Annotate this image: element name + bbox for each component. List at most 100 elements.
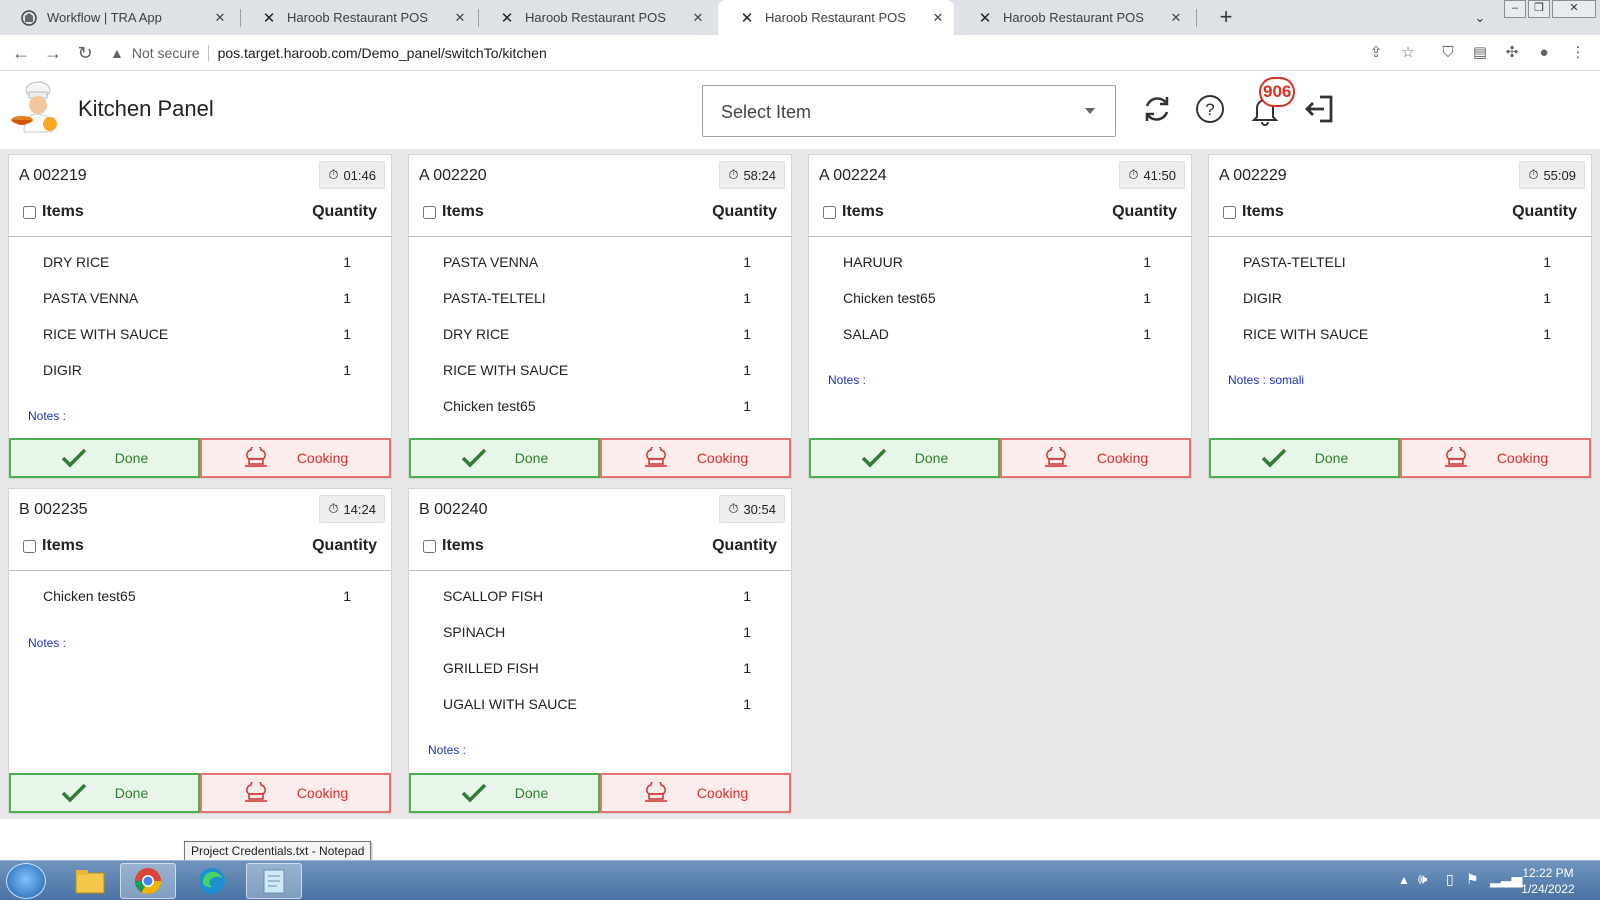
order-card-header: A 002229 ⏱ 55:09 Items Quantity bbox=[1209, 155, 1591, 237]
order-item-row[interactable]: GRILLED FISH 1 bbox=[409, 650, 791, 686]
extension-shield-icon[interactable]: ⛉ bbox=[1436, 41, 1460, 65]
select-all-items-checkbox[interactable] bbox=[1223, 205, 1236, 219]
order-item-row[interactable]: DIGIR 1 bbox=[1209, 280, 1591, 316]
cooking-button[interactable]: Cooking bbox=[600, 438, 791, 478]
order-item-row[interactable]: SALAD 1 bbox=[809, 316, 1191, 352]
order-number: B 002235 bbox=[19, 501, 88, 518]
item-name: PASTA VENNA bbox=[43, 290, 139, 306]
order-card: B 002235 ⏱ 14:24 Items Quantity Chicken t… bbox=[8, 488, 392, 814]
windows-start-icon[interactable] bbox=[6, 863, 46, 899]
window-restore-icon[interactable]: ❐ bbox=[1528, 0, 1550, 18]
tab-close-icon[interactable]: ✕ bbox=[930, 10, 946, 26]
done-button[interactable]: Done bbox=[1209, 438, 1400, 478]
action-center-flag-icon[interactable]: ⚑ bbox=[1466, 871, 1479, 900]
forward-arrow-icon[interactable]: → bbox=[40, 40, 66, 66]
tray-expand-icon[interactable]: ▲ bbox=[1398, 873, 1410, 900]
tab-close-icon[interactable]: ✕ bbox=[452, 10, 468, 26]
browser-tab[interactable]: Workflow | TRA App ✕ bbox=[0, 0, 236, 35]
order-item-row[interactable]: SPINACH 1 bbox=[409, 614, 791, 650]
clock-date: 1/24/2022 bbox=[1521, 882, 1575, 896]
refresh-icon[interactable] bbox=[1140, 92, 1174, 126]
chef-hat-icon bbox=[1043, 447, 1069, 469]
order-item-row[interactable]: HARUUR 1 bbox=[809, 244, 1191, 280]
tab-close-icon[interactable]: ✕ bbox=[1168, 10, 1184, 26]
share-icon[interactable]: ⇪ bbox=[1364, 41, 1388, 65]
profile-avatar-icon[interactable]: ● bbox=[1532, 41, 1556, 65]
select-item-dropdown[interactable]: Select Item bbox=[702, 85, 1116, 137]
checkmark-icon bbox=[61, 448, 87, 468]
taskbar-clock[interactable]: 12:22 PM 1/24/2022 bbox=[1512, 865, 1584, 897]
extensions-puzzle-icon[interactable]: ✣ bbox=[1500, 41, 1524, 65]
order-item-row[interactable]: PASTA VENNA 1 bbox=[9, 280, 391, 316]
tab-separator bbox=[1196, 9, 1197, 27]
volume-icon[interactable]: 🕪 bbox=[1418, 871, 1427, 900]
new-tab-plus-icon[interactable]: + bbox=[1212, 4, 1240, 32]
order-item-row[interactable]: Chicken test65 1 bbox=[409, 388, 791, 424]
url-text: pos.target.haroob.com/Demo_panel/switchT… bbox=[217, 45, 547, 61]
edge-browser-icon[interactable] bbox=[184, 863, 240, 899]
order-item-row[interactable]: RICE WITH SAUCE 1 bbox=[409, 352, 791, 388]
done-button[interactable]: Done bbox=[9, 773, 200, 813]
browser-tab[interactable]: ✕ Haroob Restaurant POS ✕ bbox=[956, 0, 1192, 35]
tab-close-icon[interactable]: ✕ bbox=[212, 10, 228, 26]
haroob-favicon-icon: ✕ bbox=[500, 9, 514, 27]
done-button[interactable]: Done bbox=[9, 438, 200, 478]
done-button[interactable]: Done bbox=[409, 438, 600, 478]
cooking-button[interactable]: Cooking bbox=[200, 773, 391, 813]
order-item-row[interactable]: PASTA VENNA 1 bbox=[409, 244, 791, 280]
order-item-row[interactable]: PASTA-TELTELI 1 bbox=[1209, 244, 1591, 280]
reload-icon[interactable]: ↻ bbox=[72, 40, 98, 66]
item-quantity: 1 bbox=[743, 398, 751, 414]
chrome-icon[interactable] bbox=[120, 863, 176, 899]
cooking-button[interactable]: Cooking bbox=[1000, 438, 1191, 478]
cooking-button[interactable]: Cooking bbox=[600, 773, 791, 813]
select-all-items-checkbox[interactable] bbox=[23, 205, 36, 219]
item-name: GRILLED FISH bbox=[443, 660, 539, 676]
address-bar[interactable]: ▲ Not secure pos.target.haroob.com/Demo_… bbox=[110, 39, 1410, 67]
order-item-row[interactable]: SCALLOP FISH 1 bbox=[409, 578, 791, 614]
quantity-column-header: Quantity bbox=[312, 537, 377, 554]
order-item-row[interactable]: Chicken test65 1 bbox=[9, 578, 391, 614]
cooking-button[interactable]: Cooking bbox=[1400, 438, 1591, 478]
bookmark-star-icon[interactable]: ☆ bbox=[1396, 41, 1420, 65]
order-item-row[interactable]: PASTA-TELTELI 1 bbox=[409, 280, 791, 316]
browser-tab-active[interactable]: ✕ Haroob Restaurant POS ✕ bbox=[718, 0, 954, 35]
help-icon[interactable]: ? bbox=[1193, 92, 1227, 126]
order-item-row[interactable]: UGALI WITH SAUCE 1 bbox=[409, 686, 791, 722]
browser-tab[interactable]: ✕ Haroob Restaurant POS ✕ bbox=[478, 0, 714, 35]
order-number: A 002219 bbox=[19, 167, 87, 184]
item-name: HARUUR bbox=[843, 254, 903, 270]
order-notes: Notes : bbox=[28, 409, 67, 423]
item-name: DRY RICE bbox=[443, 326, 510, 342]
stopwatch-icon: ⏱ bbox=[728, 167, 739, 182]
battery-icon[interactable]: ▯ bbox=[1446, 871, 1454, 900]
select-all-items-checkbox[interactable] bbox=[423, 539, 436, 553]
done-button[interactable]: Done bbox=[809, 438, 1000, 478]
back-arrow-icon[interactable]: ← bbox=[8, 40, 34, 66]
file-explorer-icon[interactable] bbox=[62, 863, 118, 899]
select-all-items-checkbox[interactable] bbox=[23, 539, 36, 553]
item-quantity: 1 bbox=[743, 362, 751, 378]
order-item-row[interactable]: DIGIR 1 bbox=[9, 352, 391, 388]
order-item-row[interactable]: Chicken test65 1 bbox=[809, 280, 1191, 316]
tab-close-icon[interactable]: ✕ bbox=[690, 10, 706, 26]
select-all-items-checkbox[interactable] bbox=[423, 205, 436, 219]
order-item-row[interactable]: RICE WITH SAUCE 1 bbox=[1209, 316, 1591, 352]
done-button[interactable]: Done bbox=[409, 773, 600, 813]
order-item-row[interactable]: RICE WITH SAUCE 1 bbox=[9, 316, 391, 352]
cooking-button[interactable]: Cooking bbox=[200, 438, 391, 478]
browser-menu-icon[interactable]: ⋮ bbox=[1566, 41, 1590, 65]
notepad-icon[interactable] bbox=[246, 863, 302, 899]
order-item-row[interactable]: DRY RICE 1 bbox=[9, 244, 391, 280]
chef-hat-icon bbox=[643, 782, 669, 804]
window-close-icon[interactable]: ✕ bbox=[1552, 0, 1596, 18]
done-label: Done bbox=[114, 450, 149, 466]
tab-title: Haroob Restaurant POS bbox=[1003, 10, 1144, 25]
order-item-row[interactable]: DRY RICE 1 bbox=[409, 316, 791, 352]
logout-icon[interactable] bbox=[1302, 92, 1336, 126]
extension-clipboard-icon[interactable]: ▤ bbox=[1468, 41, 1492, 65]
browser-tab[interactable]: ✕ Haroob Restaurant POS ✕ bbox=[240, 0, 476, 35]
select-all-items-checkbox[interactable] bbox=[823, 205, 836, 219]
tab-search-chevron-icon[interactable]: ⌄ bbox=[1468, 6, 1492, 30]
window-minimize-icon[interactable]: – bbox=[1504, 0, 1526, 18]
